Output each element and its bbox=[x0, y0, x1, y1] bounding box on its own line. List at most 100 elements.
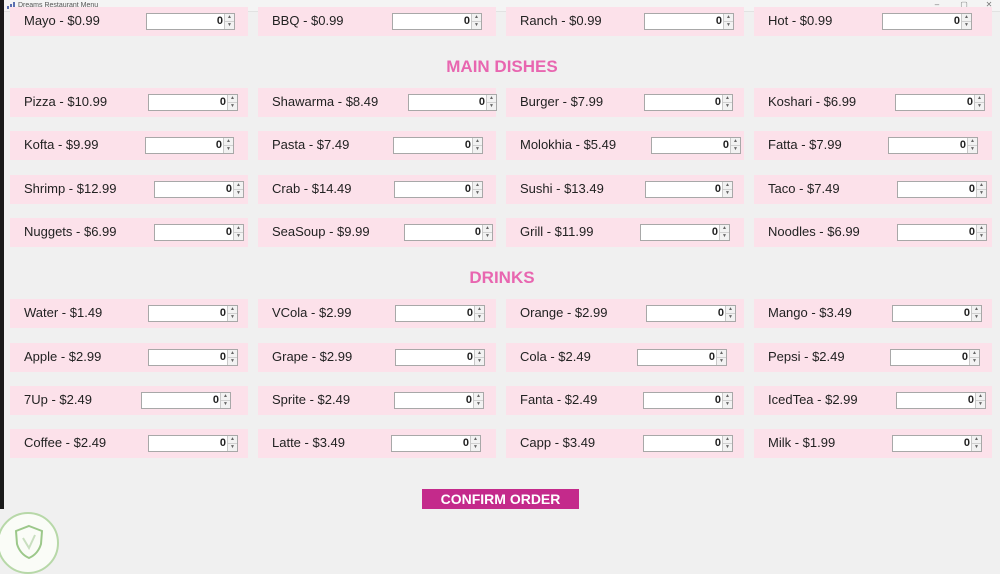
spinner-up-icon[interactable]: ▲ bbox=[968, 138, 977, 145]
spinner-up-icon[interactable]: ▲ bbox=[977, 182, 986, 189]
spinner-up-icon[interactable]: ▲ bbox=[970, 350, 979, 357]
quantity-spinner-grape[interactable]: 0 ▲ ▼ bbox=[395, 349, 485, 366]
quantity-spinner-seasoup[interactable]: 0 ▲ ▼ bbox=[404, 224, 493, 241]
spinner-down-icon[interactable]: ▼ bbox=[724, 21, 733, 29]
quantity-value[interactable]: 0 bbox=[216, 139, 222, 151]
quantity-value[interactable]: 0 bbox=[964, 307, 970, 319]
quantity-value[interactable]: 0 bbox=[464, 15, 470, 27]
quantity-spinner-sprite[interactable]: 0 ▲ ▼ bbox=[394, 392, 484, 409]
spinner-down-icon[interactable]: ▼ bbox=[723, 400, 732, 408]
spinner-up-icon[interactable]: ▲ bbox=[473, 182, 482, 189]
spinner-down-icon[interactable]: ▼ bbox=[228, 313, 237, 321]
quantity-value[interactable]: 0 bbox=[716, 15, 722, 27]
quantity-spinner-shrimp[interactable]: 0 ▲ ▼ bbox=[154, 181, 244, 198]
spinner-up-icon[interactable]: ▲ bbox=[977, 225, 986, 232]
quantity-spinner-burger[interactable]: 0 ▲ ▼ bbox=[644, 94, 733, 111]
spinner-down-icon[interactable]: ▼ bbox=[977, 232, 986, 240]
quantity-value[interactable]: 0 bbox=[479, 96, 485, 108]
quantity-spinner-latte[interactable]: 0 ▲ ▼ bbox=[391, 435, 481, 452]
quantity-value[interactable]: 0 bbox=[226, 226, 232, 238]
quantity-spinner-mayo[interactable]: 0 ▲ ▼ bbox=[146, 13, 235, 30]
quantity-spinner-vcola[interactable]: 0 ▲ ▼ bbox=[395, 305, 485, 322]
quantity-value[interactable]: 0 bbox=[217, 15, 223, 27]
quantity-spinner-bbq[interactable]: 0 ▲ ▼ bbox=[392, 13, 482, 30]
spinner-up-icon[interactable]: ▲ bbox=[717, 350, 726, 357]
quantity-value[interactable]: 0 bbox=[226, 183, 232, 195]
quantity-spinner-taco[interactable]: 0 ▲ ▼ bbox=[897, 181, 987, 198]
spinner-down-icon[interactable]: ▼ bbox=[225, 21, 234, 29]
quantity-value[interactable]: 0 bbox=[715, 96, 721, 108]
spinner-up-icon[interactable]: ▲ bbox=[234, 225, 243, 232]
spinner-up-icon[interactable]: ▲ bbox=[225, 14, 234, 21]
spinner-up-icon[interactable]: ▲ bbox=[228, 350, 237, 357]
quantity-spinner-coffee[interactable]: 0 ▲ ▼ bbox=[148, 435, 238, 452]
quantity-spinner-molokhia[interactable]: 0 ▲ ▼ bbox=[651, 137, 741, 154]
quantity-value[interactable]: 0 bbox=[964, 437, 970, 449]
spinner-down-icon[interactable]: ▼ bbox=[474, 400, 483, 408]
quantity-spinner-sushi[interactable]: 0 ▲ ▼ bbox=[645, 181, 733, 198]
quantity-spinner-cola[interactable]: 0 ▲ ▼ bbox=[637, 349, 727, 366]
spinner-up-icon[interactable]: ▲ bbox=[962, 14, 971, 21]
spinner-up-icon[interactable]: ▲ bbox=[234, 182, 243, 189]
spinner-up-icon[interactable]: ▲ bbox=[474, 393, 483, 400]
spinner-down-icon[interactable]: ▼ bbox=[471, 443, 480, 451]
spinner-up-icon[interactable]: ▲ bbox=[473, 138, 482, 145]
quantity-value[interactable]: 0 bbox=[723, 139, 729, 151]
quantity-spinner-crab[interactable]: 0 ▲ ▼ bbox=[394, 181, 483, 198]
spinner-up-icon[interactable]: ▲ bbox=[975, 95, 984, 102]
spinner-up-icon[interactable]: ▲ bbox=[228, 306, 237, 313]
spinner-up-icon[interactable]: ▲ bbox=[731, 138, 740, 145]
spinner-up-icon[interactable]: ▲ bbox=[472, 14, 481, 21]
quantity-value[interactable]: 0 bbox=[213, 394, 219, 406]
spinner-down-icon[interactable]: ▼ bbox=[475, 313, 484, 321]
spinner-down-icon[interactable]: ▼ bbox=[731, 145, 740, 153]
spinner-up-icon[interactable]: ▲ bbox=[475, 350, 484, 357]
quantity-spinner-ranch[interactable]: 0 ▲ ▼ bbox=[644, 13, 734, 30]
spinner-up-icon[interactable]: ▲ bbox=[221, 393, 230, 400]
spinner-up-icon[interactable]: ▲ bbox=[723, 95, 732, 102]
quantity-value[interactable]: 0 bbox=[962, 351, 968, 363]
spinner-up-icon[interactable]: ▲ bbox=[972, 436, 981, 443]
quantity-spinner-pepsi[interactable]: 0 ▲ ▼ bbox=[890, 349, 980, 366]
quantity-value[interactable]: 0 bbox=[709, 351, 715, 363]
quantity-value[interactable]: 0 bbox=[475, 226, 481, 238]
spinner-down-icon[interactable]: ▼ bbox=[228, 443, 237, 451]
quantity-value[interactable]: 0 bbox=[220, 307, 226, 319]
spinner-up-icon[interactable]: ▲ bbox=[228, 95, 237, 102]
quantity-value[interactable]: 0 bbox=[712, 226, 718, 238]
spinner-down-icon[interactable]: ▼ bbox=[483, 232, 492, 240]
spinner-down-icon[interactable]: ▼ bbox=[726, 313, 735, 321]
quantity-spinner-grill[interactable]: 0 ▲ ▼ bbox=[640, 224, 730, 241]
spinner-down-icon[interactable]: ▼ bbox=[720, 232, 729, 240]
spinner-down-icon[interactable]: ▼ bbox=[234, 189, 243, 197]
spinner-down-icon[interactable]: ▼ bbox=[976, 400, 985, 408]
quantity-value[interactable]: 0 bbox=[463, 437, 469, 449]
spinner-down-icon[interactable]: ▼ bbox=[723, 189, 732, 197]
spinner-down-icon[interactable]: ▼ bbox=[473, 189, 482, 197]
quantity-spinner-orange[interactable]: 0 ▲ ▼ bbox=[646, 305, 736, 322]
spinner-up-icon[interactable]: ▲ bbox=[483, 225, 492, 232]
confirm-order-button[interactable]: CONFIRM ORDER bbox=[422, 489, 579, 509]
quantity-value[interactable]: 0 bbox=[969, 183, 975, 195]
spinner-down-icon[interactable]: ▼ bbox=[473, 145, 482, 153]
spinner-up-icon[interactable]: ▲ bbox=[720, 225, 729, 232]
quantity-value[interactable]: 0 bbox=[715, 394, 721, 406]
spinner-up-icon[interactable]: ▲ bbox=[723, 182, 732, 189]
quantity-value[interactable]: 0 bbox=[465, 183, 471, 195]
spinner-up-icon[interactable]: ▲ bbox=[972, 306, 981, 313]
quantity-value[interactable]: 0 bbox=[968, 394, 974, 406]
quantity-spinner-pasta[interactable]: 0 ▲ ▼ bbox=[393, 137, 483, 154]
quantity-spinner-shawarma[interactable]: 0 ▲ ▼ bbox=[408, 94, 497, 111]
quantity-spinner-mango[interactable]: 0 ▲ ▼ bbox=[892, 305, 982, 322]
quantity-value[interactable]: 0 bbox=[465, 139, 471, 151]
quantity-spinner-capp[interactable]: 0 ▲ ▼ bbox=[643, 435, 733, 452]
spinner-up-icon[interactable]: ▲ bbox=[723, 393, 732, 400]
quantity-value[interactable]: 0 bbox=[715, 183, 721, 195]
quantity-spinner-hot[interactable]: 0 ▲ ▼ bbox=[882, 13, 972, 30]
quantity-value[interactable]: 0 bbox=[220, 96, 226, 108]
spinner-down-icon[interactable]: ▼ bbox=[234, 232, 243, 240]
spinner-up-icon[interactable]: ▲ bbox=[224, 138, 233, 145]
quantity-spinner-icedtea[interactable]: 0 ▲ ▼ bbox=[896, 392, 986, 409]
spinner-down-icon[interactable]: ▼ bbox=[968, 145, 977, 153]
spinner-up-icon[interactable]: ▲ bbox=[723, 436, 732, 443]
